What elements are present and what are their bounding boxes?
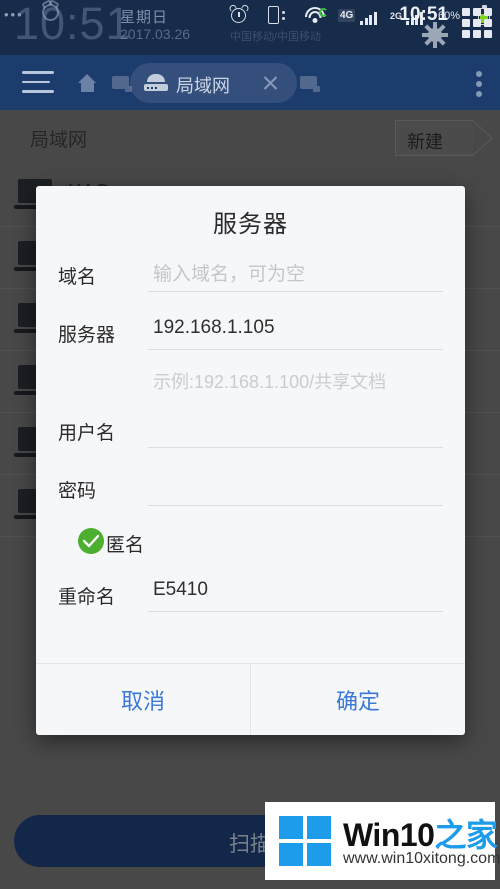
check-circle-icon[interactable] <box>78 528 104 554</box>
server-input[interactable]: 192.168.1.105 <box>148 314 443 350</box>
phone-screen: ••• 10:51 星期日 2017.03.26 中国移动/中国移动 4G 2G <box>0 0 500 889</box>
field-server[interactable]: 服务器 192.168.1.105 <box>58 306 443 364</box>
field-label: 重命名 <box>58 587 116 608</box>
input-underline <box>148 505 443 506</box>
alarm-icon <box>228 3 250 24</box>
vibrate-icon <box>268 6 285 25</box>
anonymous-label: 匿名 <box>106 535 145 556</box>
date-label: 2017.03.26 <box>120 26 191 42</box>
status-bar: ••• 10:51 星期日 2017.03.26 中国移动/中国移动 4G 2G <box>0 0 500 55</box>
confirm-button[interactable]: 确定 <box>251 664 465 735</box>
app-nav-bar: 局域网 <box>0 55 500 110</box>
carrier-label: 中国移动/中国移动 <box>230 31 322 43</box>
server-dialog: 服务器 域名 输入域名，可为空 服务器 192.168.1.105 示例:192… <box>36 186 465 735</box>
field-label: 域名 <box>58 267 97 288</box>
lockscreen-clock: 10:51 <box>14 0 132 49</box>
windows-logo-icon <box>279 816 331 866</box>
router-icon <box>144 74 168 91</box>
field-label: 用户名 <box>58 423 116 444</box>
gear-icon[interactable] <box>422 22 448 48</box>
close-icon[interactable] <box>262 74 279 91</box>
input-underline <box>148 349 443 350</box>
signal-4g-icon: 4G <box>338 6 384 26</box>
tab-thumb-left-icon[interactable] <box>112 76 132 92</box>
network-4g-label: 4G <box>338 9 356 22</box>
field-password[interactable]: 密码 <box>58 462 443 520</box>
field-label: 服务器 <box>58 325 116 346</box>
tab-lan[interactable]: 局域网 <box>130 63 297 103</box>
domain-placeholder: 输入域名，可为空 <box>153 264 306 285</box>
username-input[interactable] <box>148 412 443 448</box>
field-domain[interactable]: 域名 输入域名，可为空 <box>58 248 443 306</box>
server-hint-row: 示例:192.168.1.100/共享文档 <box>58 364 443 404</box>
field-rename[interactable]: 重命名 E5410 <box>58 568 443 626</box>
input-underline <box>148 611 443 612</box>
weekday-label: 星期日 <box>120 9 169 26</box>
dialog-form: 域名 输入域名，可为空 服务器 192.168.1.105 示例:192.168… <box>36 248 465 626</box>
password-input[interactable] <box>148 470 443 506</box>
app-grid-icon[interactable] <box>462 8 492 38</box>
home-icon[interactable] <box>78 74 97 92</box>
tab-thumb-right-icon[interactable] <box>300 76 320 92</box>
watermark-brand-cn: 之家 <box>434 817 498 853</box>
more-vertical-icon[interactable] <box>476 71 482 97</box>
cancel-button[interactable]: 取消 <box>36 664 250 735</box>
field-username[interactable]: 用户名 <box>58 404 443 462</box>
server-hint: 示例:192.168.1.100/共享文档 <box>153 372 387 392</box>
input-underline <box>148 291 443 292</box>
anonymous-row[interactable]: 匿名 <box>58 520 443 568</box>
server-value: 192.168.1.105 <box>153 317 275 338</box>
alarm-ghost-icon <box>42 4 59 21</box>
domain-input[interactable]: 输入域名，可为空 <box>148 256 443 292</box>
dialog-title: 服务器 <box>213 211 288 238</box>
input-underline <box>148 447 443 448</box>
tab-label: 局域网 <box>176 76 230 96</box>
watermark-brand-en: Win10 <box>343 817 435 853</box>
watermark-url: www.win10xitong.com <box>343 850 500 867</box>
rename-input[interactable]: E5410 <box>148 576 443 612</box>
watermark: Win10之家 www.win10xitong.com <box>265 802 500 880</box>
hamburger-icon[interactable] <box>22 71 54 95</box>
dialog-actions: 取消 确定 <box>36 663 465 735</box>
wifi-icon <box>304 6 328 23</box>
rename-value: E5410 <box>153 579 208 600</box>
field-label: 密码 <box>58 481 97 502</box>
